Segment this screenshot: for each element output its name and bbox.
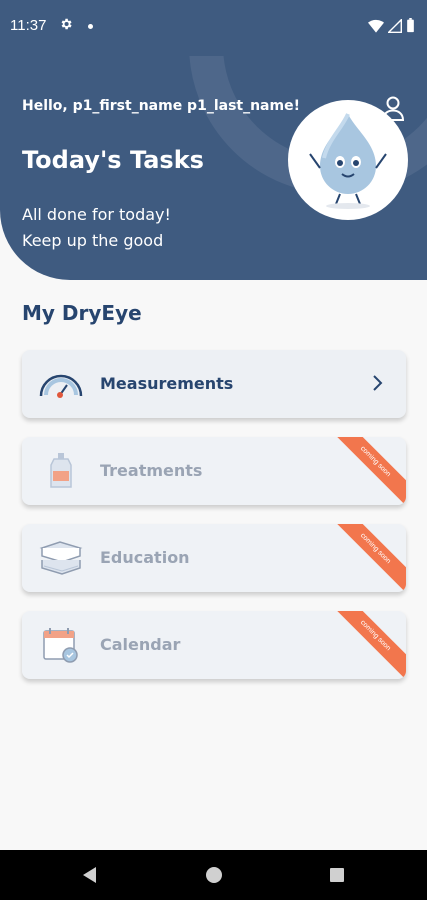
calendar-icon bbox=[38, 625, 84, 665]
education-card[interactable]: Education coming soon bbox=[22, 524, 406, 592]
treatments-card[interactable]: Treatments coming soon bbox=[22, 437, 406, 505]
education-label: Education bbox=[100, 548, 190, 567]
status-message-line1: All done for today! bbox=[22, 205, 171, 224]
gauge-icon bbox=[38, 364, 84, 404]
treatments-label: Treatments bbox=[100, 461, 203, 480]
status-icons bbox=[368, 17, 415, 38]
recents-square-icon bbox=[330, 868, 344, 882]
settings-gear-icon bbox=[59, 17, 73, 36]
wifi-icon bbox=[368, 19, 384, 38]
status-message-line2: Keep up the good bbox=[22, 231, 164, 250]
books-icon bbox=[38, 538, 84, 578]
header-banner: Hello, p1_first_name p1_last_name! Today… bbox=[0, 56, 427, 280]
measurements-label: Measurements bbox=[100, 374, 234, 393]
calendar-card[interactable]: Calendar coming soon bbox=[22, 611, 406, 679]
battery-icon bbox=[406, 18, 415, 38]
coming-soon-badge: coming soon bbox=[329, 611, 406, 679]
back-button[interactable] bbox=[80, 865, 100, 889]
signal-icon bbox=[387, 17, 402, 38]
status-time: 11:37 bbox=[10, 17, 47, 34]
coming-soon-badge: coming soon bbox=[329, 437, 406, 505]
notification-dot-icon bbox=[88, 24, 93, 29]
chevron-right-icon bbox=[372, 374, 384, 396]
coming-soon-badge: coming soon bbox=[329, 524, 406, 592]
mascot-droplet-avatar bbox=[288, 100, 408, 220]
greeting-text: Hello, p1_first_name p1_last_name! bbox=[22, 98, 300, 114]
status-message: All done for today! Keep up the good bbox=[22, 202, 171, 254]
home-circle-icon bbox=[206, 867, 222, 883]
back-triangle-icon bbox=[83, 867, 96, 883]
measurements-card[interactable]: Measurements bbox=[22, 350, 406, 418]
status-bar: 11:37 bbox=[0, 0, 427, 56]
home-button[interactable] bbox=[204, 865, 224, 889]
calendar-label: Calendar bbox=[100, 635, 181, 654]
system-navigation-bar bbox=[0, 850, 427, 900]
page-title: Today's Tasks bbox=[22, 146, 204, 174]
eye-drops-icon bbox=[38, 451, 84, 491]
section-title: My DryEye bbox=[22, 301, 142, 325]
recents-button[interactable] bbox=[327, 865, 347, 889]
